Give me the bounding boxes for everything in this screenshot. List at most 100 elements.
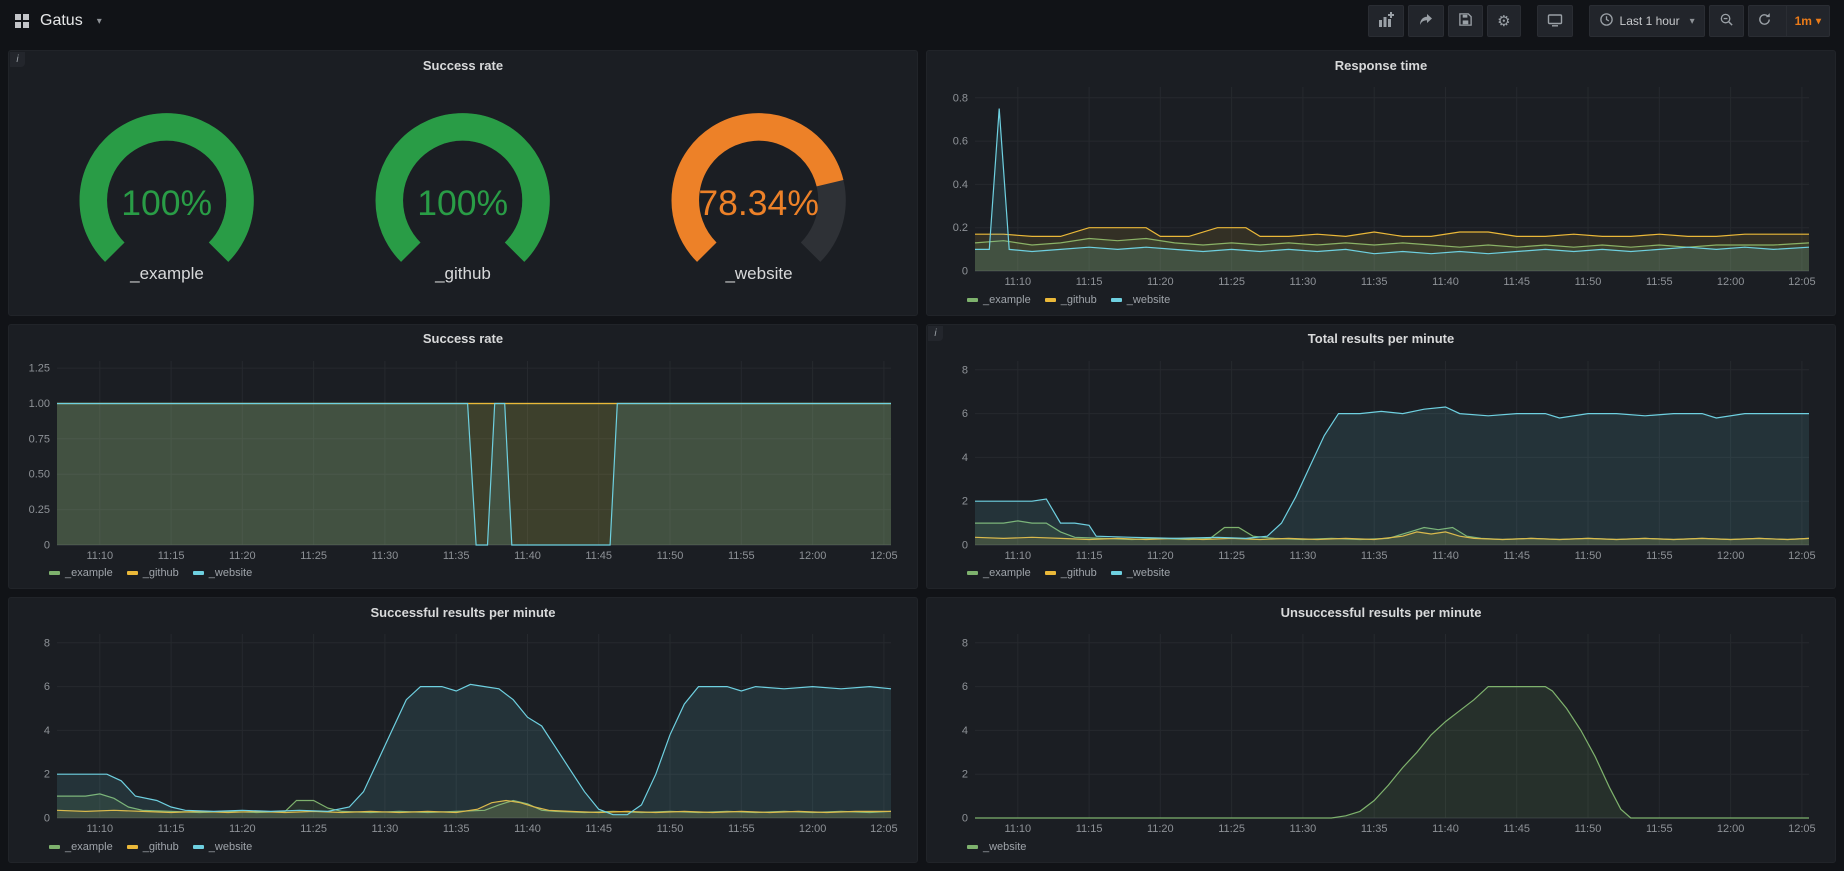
series-color-swatch <box>193 571 204 575</box>
svg-text:0.6: 0.6 <box>953 136 968 148</box>
svg-text:11:45: 11:45 <box>585 550 612 562</box>
gear-icon: ⚙ <box>1497 14 1510 29</box>
svg-text:0: 0 <box>962 266 968 278</box>
svg-text:0.75: 0.75 <box>29 433 50 445</box>
svg-text:11:55: 11:55 <box>1646 550 1673 562</box>
time-range-picker[interactable]: Last 1 hour ▾ <box>1589 5 1705 37</box>
svg-text:6: 6 <box>962 681 968 693</box>
svg-text:0.8: 0.8 <box>953 92 968 104</box>
svg-text:11:50: 11:50 <box>1575 823 1602 835</box>
svg-text:0: 0 <box>44 813 50 825</box>
svg-text:11:40: 11:40 <box>1432 276 1459 288</box>
series-name: _example <box>65 567 113 579</box>
share-dashboard-button[interactable] <box>1408 5 1444 37</box>
save-dashboard-button[interactable] <box>1448 5 1483 37</box>
refresh-icon <box>1757 12 1772 30</box>
svg-text:11:25: 11:25 <box>300 823 327 835</box>
svg-text:11:15: 11:15 <box>1076 276 1103 288</box>
svg-text:11:10: 11:10 <box>1004 550 1031 562</box>
chevron-down-icon[interactable]: ▾ <box>97 16 102 27</box>
svg-text:6: 6 <box>962 408 968 420</box>
svg-text:11:30: 11:30 <box>372 550 399 562</box>
svg-text:11:45: 11:45 <box>585 823 612 835</box>
svg-text:2: 2 <box>962 769 968 781</box>
chart-canvas[interactable]: 0246811:1011:1511:2011:2511:3011:3511:40… <box>937 353 1825 565</box>
legend-item-_website[interactable]: _website <box>193 841 252 853</box>
legend-item-_example[interactable]: _example <box>49 841 113 853</box>
chart-canvas[interactable]: 0246811:1011:1511:2011:2511:3011:3511:40… <box>19 626 907 838</box>
legend-item-_github[interactable]: _github <box>1045 567 1097 579</box>
legend-item-_example[interactable]: _example <box>49 567 113 579</box>
legend-item-_github[interactable]: _github <box>127 567 179 579</box>
svg-text:11:40: 11:40 <box>514 550 541 562</box>
panel-title[interactable]: Unsuccessful results per minute <box>927 598 1835 626</box>
svg-text:2: 2 <box>962 495 968 507</box>
legend-item-_example[interactable]: _example <box>967 294 1031 306</box>
svg-text:11:25: 11:25 <box>1218 823 1245 835</box>
panel-success-rate-graph: i Success rate 00.250.500.751.001.2511:1… <box>8 324 918 590</box>
dashboard-title[interactable]: Gatus <box>40 12 83 30</box>
series-color-swatch <box>49 845 60 849</box>
series-color-swatch <box>193 845 204 849</box>
gauge-label: _github <box>348 264 577 284</box>
svg-text:0: 0 <box>962 813 968 825</box>
dashboard-settings-button[interactable]: ⚙ <box>1487 5 1520 37</box>
zoom-out-button[interactable] <box>1709 5 1744 37</box>
svg-text:0: 0 <box>962 539 968 551</box>
panel-title[interactable]: Response time <box>927 51 1835 79</box>
chart-legend: _example _github _website <box>937 291 1825 309</box>
panel-successful-results-per-minute: i Successful results per minute 0246811:… <box>8 597 918 863</box>
series-color-swatch <box>127 571 138 575</box>
gauge-_github: 100% _github <box>348 104 577 284</box>
panel-title[interactable]: Total results per minute <box>927 325 1835 353</box>
zoom-out-icon <box>1719 12 1734 30</box>
series-name: _website <box>983 841 1026 853</box>
refresh-interval-dropdown[interactable]: 1m ▾ <box>1786 6 1829 36</box>
series-color-swatch <box>1045 571 1056 575</box>
panel-info-icon[interactable]: i <box>928 326 943 341</box>
legend-item-_github[interactable]: _github <box>1045 294 1097 306</box>
add-panel-button[interactable] <box>1368 5 1404 37</box>
chart-canvas[interactable]: 0246811:1011:1511:2011:2511:3011:3511:40… <box>937 626 1825 838</box>
legend-item-_website[interactable]: _website <box>1111 567 1170 579</box>
legend-item-_github[interactable]: _github <box>127 841 179 853</box>
chart-legend: _example _github _website <box>19 838 907 856</box>
svg-text:0.2: 0.2 <box>953 222 968 234</box>
svg-text:11:20: 11:20 <box>1147 276 1174 288</box>
svg-text:11:30: 11:30 <box>1290 276 1317 288</box>
svg-text:11:35: 11:35 <box>1361 550 1388 562</box>
add-panel-icon <box>1378 12 1394 31</box>
legend-item-_website[interactable]: _website <box>193 567 252 579</box>
tv-monitor-icon <box>1547 12 1563 31</box>
legend-item-_website[interactable]: _website <box>967 841 1026 853</box>
chart-canvas[interactable]: 00.250.500.751.001.2511:1011:1511:2011:2… <box>19 353 907 565</box>
panel-title[interactable]: Success rate <box>9 51 917 79</box>
series-name: _github <box>1061 567 1097 579</box>
panel-title[interactable]: Success rate <box>9 325 917 353</box>
time-range-label: Last 1 hour <box>1620 14 1680 28</box>
gauge-_website: 78.34% _website <box>644 104 873 284</box>
panel-unsuccessful-results-per-minute: i Unsuccessful results per minute 024681… <box>926 597 1836 863</box>
chart-legend: _example _github _website <box>937 564 1825 582</box>
gauge-_example: 100% _example <box>52 104 281 284</box>
series-name: _github <box>143 841 179 853</box>
svg-text:11:35: 11:35 <box>1361 276 1388 288</box>
svg-text:11:10: 11:10 <box>1004 276 1031 288</box>
panel-info-icon[interactable]: i <box>10 52 25 67</box>
svg-text:4: 4 <box>962 725 968 737</box>
gauge-value: 100% <box>122 183 213 223</box>
gauge-label: _website <box>644 264 873 284</box>
svg-text:11:20: 11:20 <box>1147 823 1174 835</box>
svg-text:11:45: 11:45 <box>1503 823 1530 835</box>
panel-title[interactable]: Successful results per minute <box>9 598 917 626</box>
chart-canvas[interactable]: 00.20.40.60.811:1011:1511:2011:2511:3011… <box>937 79 1825 291</box>
refresh-button[interactable] <box>1749 6 1780 36</box>
apps-grid-icon[interactable] <box>14 13 30 29</box>
legend-item-_website[interactable]: _website <box>1111 294 1170 306</box>
svg-text:12:05: 12:05 <box>1788 550 1816 562</box>
legend-item-_example[interactable]: _example <box>967 567 1031 579</box>
cycle-view-mode-button[interactable] <box>1537 5 1573 37</box>
svg-text:11:55: 11:55 <box>1646 823 1673 835</box>
svg-text:11:45: 11:45 <box>1503 550 1530 562</box>
svg-text:4: 4 <box>962 452 968 464</box>
